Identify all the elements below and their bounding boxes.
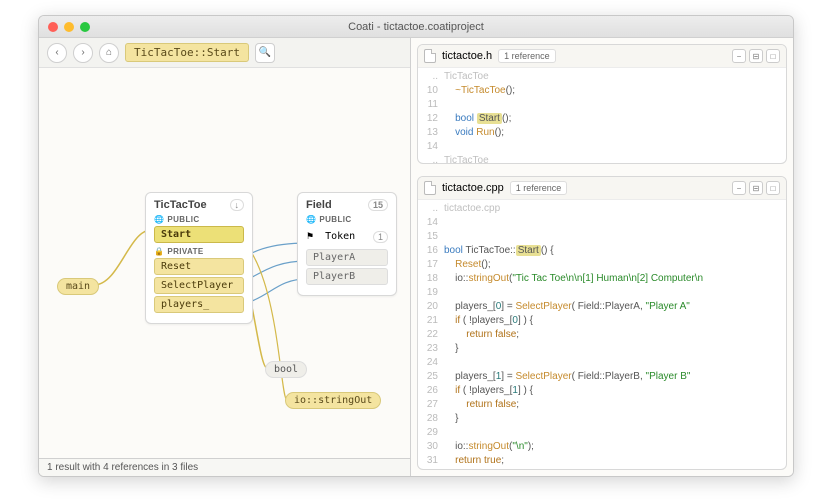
panel-snippet-button[interactable]: ⊟ [749, 181, 763, 195]
file-icon [424, 49, 436, 63]
panel-min-button[interactable]: − [732, 49, 746, 63]
app-window: Coati - tictactoe.coatiproject ‹ › ⌂ Tic… [38, 15, 794, 477]
panel-header-file: tictactoe.h 1 reference − ⊟ □ ..TicTacTo… [417, 44, 787, 164]
zoom-icon[interactable] [80, 22, 90, 32]
close-icon[interactable] [48, 22, 58, 32]
section-public-field: 🌐 PUBLIC [306, 215, 388, 224]
section-public: 🌐 PUBLIC [154, 215, 244, 224]
file-name-h[interactable]: tictactoe.h [442, 50, 492, 62]
member-players[interactable]: players_ [154, 296, 244, 313]
ref-badge-h: 1 reference [498, 49, 556, 63]
member-playerb[interactable]: PlayerB [306, 268, 388, 285]
code-view-h[interactable]: ..TicTacToe10 ~TicTacToe();1112 bool Sta… [418, 68, 786, 163]
graph-canvas[interactable]: main TicTacToe ↓ 🌐 PUBLIC Start 🔒 PRIVAT… [39, 68, 410, 458]
card-expand-icon[interactable]: ↓ [230, 199, 245, 211]
file-icon [424, 181, 436, 195]
card-tictactoe[interactable]: TicTacToe ↓ 🌐 PUBLIC Start 🔒 PRIVATE Res… [145, 192, 253, 324]
token-count: 1 [373, 231, 388, 243]
titlebar: Coati - tictactoe.coatiproject [39, 16, 793, 38]
member-reset[interactable]: Reset [154, 258, 244, 275]
minimize-icon[interactable] [64, 22, 74, 32]
node-iostringout[interactable]: io::stringOut [285, 392, 381, 409]
symbol-breadcrumb[interactable]: TicTacToe::Start [125, 43, 249, 62]
right-pane: tictactoe.h 1 reference − ⊟ □ ..TicTacTo… [411, 38, 793, 476]
member-selectplayer[interactable]: SelectPlayer [154, 277, 244, 294]
node-bool[interactable]: bool [265, 361, 307, 378]
ref-badge-cpp: 1 reference [510, 181, 568, 195]
panel-source-file: tictactoe.cpp 1 reference − ⊟ □ ..tictac… [417, 176, 787, 470]
search-button[interactable]: 🔍 [255, 43, 275, 63]
card-count-field[interactable]: 15 [368, 199, 388, 211]
panel-max-button[interactable]: □ [766, 181, 780, 195]
section-private: 🔒 PRIVATE [154, 247, 244, 256]
back-button[interactable]: ‹ [47, 43, 67, 63]
toolbar: ‹ › ⌂ TicTacToe::Start 🔍 [39, 38, 410, 68]
home-button[interactable]: ⌂ [99, 43, 119, 63]
panel-head-cpp: tictactoe.cpp 1 reference − ⊟ □ [418, 177, 786, 200]
content-split: ‹ › ⌂ TicTacToe::Start 🔍 main [39, 38, 793, 476]
card-title-tictactoe: TicTacToe [154, 199, 207, 211]
status-text: 1 result with 4 references in 3 files [47, 462, 198, 473]
member-start[interactable]: Start [154, 226, 244, 243]
card-field[interactable]: Field 15 🌐 PUBLIC ⚑ Token 1 PlayerA Play… [297, 192, 397, 296]
forward-button[interactable]: › [73, 43, 93, 63]
traffic-lights [39, 22, 90, 32]
member-token[interactable]: Token [318, 228, 369, 245]
panel-snippet-button[interactable]: ⊟ [749, 49, 763, 63]
node-main[interactable]: main [57, 278, 99, 295]
file-name-cpp[interactable]: tictactoe.cpp [442, 182, 504, 194]
panel-max-button[interactable]: □ [766, 49, 780, 63]
code-view-cpp[interactable]: ..tictactoe.cpp141516bool TicTacToe::Sta… [418, 200, 786, 469]
status-bar: 1 result with 4 references in 3 files [39, 458, 410, 476]
member-playera[interactable]: PlayerA [306, 249, 388, 266]
left-pane: ‹ › ⌂ TicTacToe::Start 🔍 main [39, 38, 411, 476]
window-title: Coati - tictactoe.coatiproject [39, 21, 793, 33]
card-title-field: Field [306, 199, 332, 211]
panel-head-h: tictactoe.h 1 reference − ⊟ □ [418, 45, 786, 68]
panel-min-button[interactable]: − [732, 181, 746, 195]
